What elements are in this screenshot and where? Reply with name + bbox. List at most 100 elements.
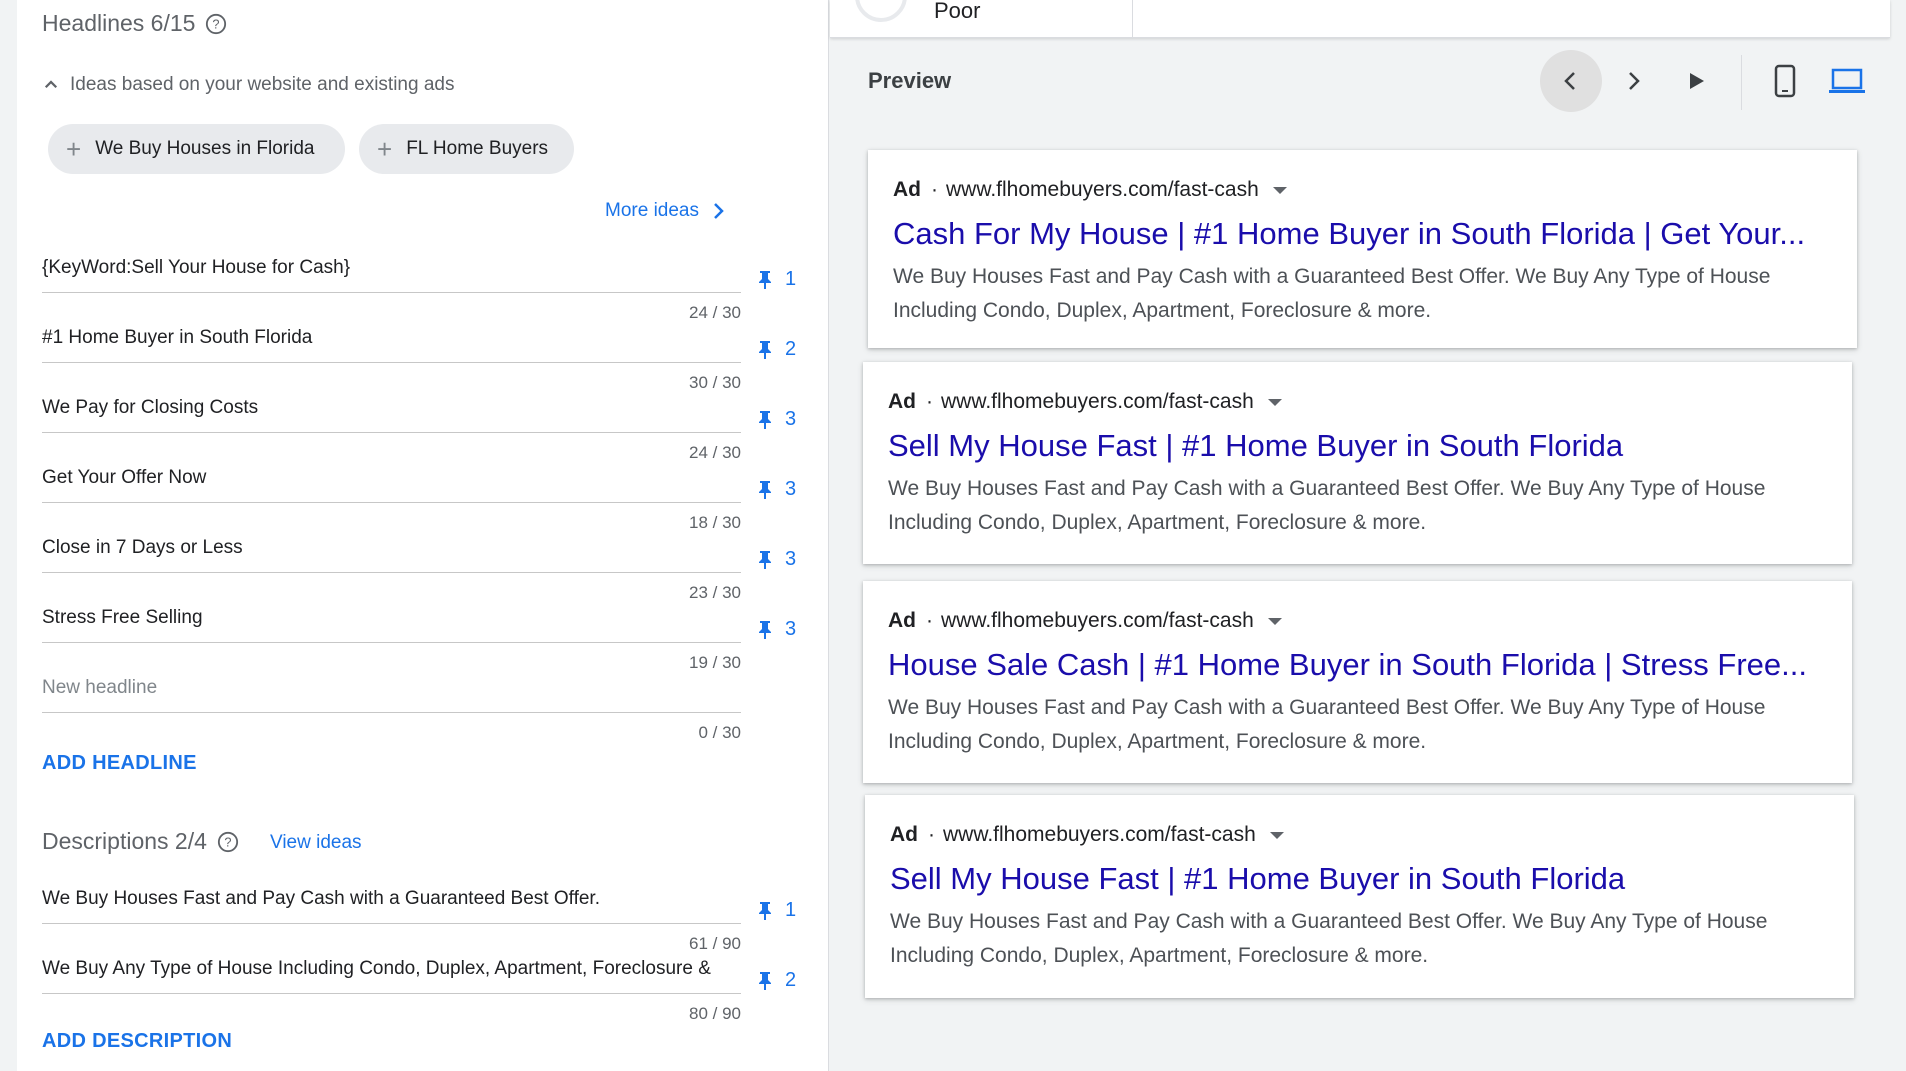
ad-description: We Buy Houses Fast and Pay Cash with a G…	[890, 910, 1768, 967]
char-counter: 18 / 30	[689, 513, 741, 532]
pin-position: 2	[785, 969, 797, 991]
ad-display-url[interactable]: www.flhomebuyers.com/fast-cash	[941, 390, 1254, 414]
divider	[1132, 0, 1133, 37]
more-ideas-label: More ideas	[605, 200, 699, 221]
next-button[interactable]	[1602, 50, 1664, 112]
ad-badge: Ad	[893, 178, 921, 201]
play-button[interactable]	[1665, 50, 1727, 112]
pin-button[interactable]: 1	[757, 268, 796, 291]
play-icon	[1690, 73, 1704, 89]
separator-dot: ·	[926, 390, 933, 413]
headline-text[interactable]: {KeyWord:Sell Your House for Cash}	[42, 257, 350, 279]
caret-down-icon[interactable]	[1267, 617, 1282, 625]
desktop-preview-button[interactable]	[1816, 50, 1878, 112]
headline-text[interactable]: Stress Free Selling	[42, 607, 203, 629]
pin-button[interactable]: 3	[757, 408, 796, 431]
ad-url-line: Ad · www.flhomebuyers.com/fast-cash	[888, 390, 1282, 414]
ad-headline[interactable]: Sell My House Fast | #1 Home Buyer in So…	[890, 861, 1625, 897]
pin-icon	[759, 550, 771, 569]
svg-text:?: ?	[213, 16, 220, 31]
headline-text[interactable]: Close in 7 Days or Less	[42, 537, 243, 559]
char-counter: 0 / 30	[698, 723, 741, 742]
field-underline	[42, 502, 741, 503]
ad-url-line: Ad · www.flhomebuyers.com/fast-cash	[888, 609, 1282, 633]
new-headline-input[interactable]: New headline	[42, 677, 157, 699]
char-counter: 24 / 30	[689, 443, 741, 462]
ad-preview-card[interactable]: Ad · www.flhomebuyers.com/fast-cash Sell…	[863, 362, 1852, 564]
pin-position: 1	[785, 899, 797, 921]
char-counter: 30 / 30	[689, 373, 741, 392]
char-counter: 61 / 90	[689, 934, 741, 953]
idea-chip[interactable]: + FL Home Buyers	[359, 124, 574, 174]
ad-preview-card[interactable]: Ad · www.flhomebuyers.com/fast-cash Sell…	[865, 795, 1854, 998]
description-text[interactable]: We Buy Houses Fast and Pay Cash with a G…	[42, 888, 600, 910]
ad-preview-card[interactable]: Ad · www.flhomebuyers.com/fast-cash Cash…	[868, 150, 1857, 348]
pin-icon	[759, 971, 771, 990]
add-headline-button[interactable]: ADD HEADLINE	[42, 752, 197, 775]
ad-headline[interactable]: Sell My House Fast | #1 Home Buyer in So…	[888, 428, 1623, 464]
headline-text[interactable]: Get Your Offer Now	[42, 467, 206, 489]
caret-down-icon[interactable]	[1272, 186, 1287, 194]
add-description-button[interactable]: ADD DESCRIPTION	[42, 1030, 232, 1053]
chevron-left-icon	[1564, 72, 1575, 90]
pin-button[interactable]: 1	[757, 899, 796, 922]
char-counter: 80 / 90	[689, 1004, 741, 1023]
field-underline	[42, 642, 741, 643]
caret-down-icon[interactable]	[1267, 398, 1282, 406]
headlines-section-title: Headlines 6/15 ?	[42, 10, 227, 37]
char-counter: 24 / 30	[689, 303, 741, 322]
separator-dot: ·	[931, 178, 938, 201]
asset-editor-panel: Headlines 6/15 ? Ideas based on your web…	[17, 0, 829, 1071]
help-icon[interactable]: ?	[217, 831, 239, 853]
pin-position: 2	[785, 338, 797, 360]
ad-description: We Buy Houses Fast and Pay Cash with a G…	[888, 477, 1766, 534]
desktop-icon	[1829, 68, 1865, 93]
view-ideas-link[interactable]: View ideas	[270, 832, 362, 854]
headlines-title: Headlines 6/15	[42, 10, 196, 36]
separator-dot: ·	[926, 609, 933, 632]
ideas-toggle[interactable]: Ideas based on your website and existing…	[42, 74, 454, 96]
ad-preview-card[interactable]: Ad · www.flhomebuyers.com/fast-cash Hous…	[863, 581, 1852, 783]
ad-display-url[interactable]: www.flhomebuyers.com/fast-cash	[941, 609, 1254, 633]
plus-icon: +	[66, 134, 82, 164]
char-counter: 19 / 30	[689, 653, 741, 672]
previous-button[interactable]	[1540, 50, 1602, 112]
toolbar-divider	[1741, 55, 1742, 110]
pin-position: 1	[785, 268, 797, 290]
ad-description: We Buy Houses Fast and Pay Cash with a G…	[893, 265, 1771, 322]
pin-button[interactable]: 2	[757, 969, 796, 992]
headline-text[interactable]: We Pay for Closing Costs	[42, 397, 258, 419]
description-text[interactable]: We Buy Any Type of House Including Condo…	[42, 958, 742, 980]
help-icon[interactable]: ?	[205, 13, 227, 35]
field-underline	[42, 572, 741, 573]
pin-button[interactable]: 3	[757, 618, 796, 641]
descriptions-title: Descriptions 2/4	[42, 828, 207, 854]
ad-badge: Ad	[888, 609, 916, 632]
chevron-up-icon	[44, 80, 58, 89]
preview-title: Preview	[868, 68, 952, 93]
pin-button[interactable]: 3	[757, 478, 796, 501]
ad-badge: Ad	[888, 390, 916, 413]
pin-position: 3	[785, 478, 797, 500]
idea-chip[interactable]: + We Buy Houses in Florida	[48, 124, 345, 174]
caret-down-icon[interactable]	[1269, 831, 1284, 839]
more-ideas-link[interactable]: More ideas	[605, 200, 727, 222]
pin-icon	[759, 410, 771, 429]
ad-display-url[interactable]: www.flhomebuyers.com/fast-cash	[943, 823, 1256, 847]
svg-text:?: ?	[224, 834, 231, 849]
pin-position: 3	[785, 618, 797, 640]
idea-chip-label: FL Home Buyers	[406, 138, 549, 159]
headline-text[interactable]: #1 Home Buyer in South Florida	[42, 327, 312, 349]
pin-button[interactable]: 3	[757, 548, 796, 571]
ad-headline[interactable]: Cash For My House | #1 Home Buyer in Sou…	[893, 216, 1805, 252]
pin-button[interactable]: 2	[757, 338, 796, 361]
separator-dot: ·	[928, 823, 935, 846]
chevron-right-icon	[1629, 72, 1640, 90]
pin-icon	[759, 620, 771, 639]
pin-position: 3	[785, 408, 797, 430]
mobile-preview-button[interactable]	[1754, 50, 1816, 112]
ad-url-line: Ad · www.flhomebuyers.com/fast-cash	[890, 823, 1284, 847]
ad-display-url[interactable]: www.flhomebuyers.com/fast-cash	[946, 178, 1259, 202]
ad-headline[interactable]: House Sale Cash | #1 Home Buyer in South…	[888, 647, 1807, 683]
field-underline	[42, 712, 741, 713]
